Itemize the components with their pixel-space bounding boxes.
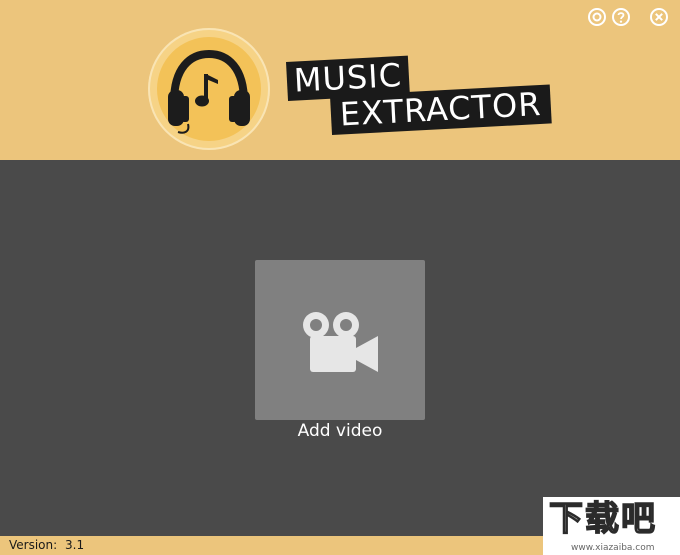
help-button[interactable] [610, 6, 632, 28]
app-logo [148, 28, 270, 150]
close-button[interactable] [648, 6, 670, 28]
settings-button[interactable] [586, 6, 608, 28]
add-video-label[interactable]: Add video [255, 421, 425, 441]
app-header: MUSIC EXTRACTOR [0, 0, 680, 160]
watermark-text: 下载吧 [548, 498, 657, 539]
version-value: 3.1 [65, 538, 85, 552]
headphones-music-note-icon [157, 37, 261, 141]
settings-ring-icon [588, 8, 606, 26]
main-area: Add video [0, 160, 680, 536]
add-video-button[interactable] [255, 260, 425, 420]
site-watermark: 下载吧 www.xiazaiba.com [543, 497, 680, 555]
help-question-icon [612, 8, 630, 26]
watermark-url: www.xiazaiba.com [571, 543, 655, 553]
close-x-icon [650, 8, 668, 26]
video-camera-icon [303, 312, 378, 372]
window-controls [586, 6, 670, 28]
version-label: Version: [9, 538, 58, 552]
